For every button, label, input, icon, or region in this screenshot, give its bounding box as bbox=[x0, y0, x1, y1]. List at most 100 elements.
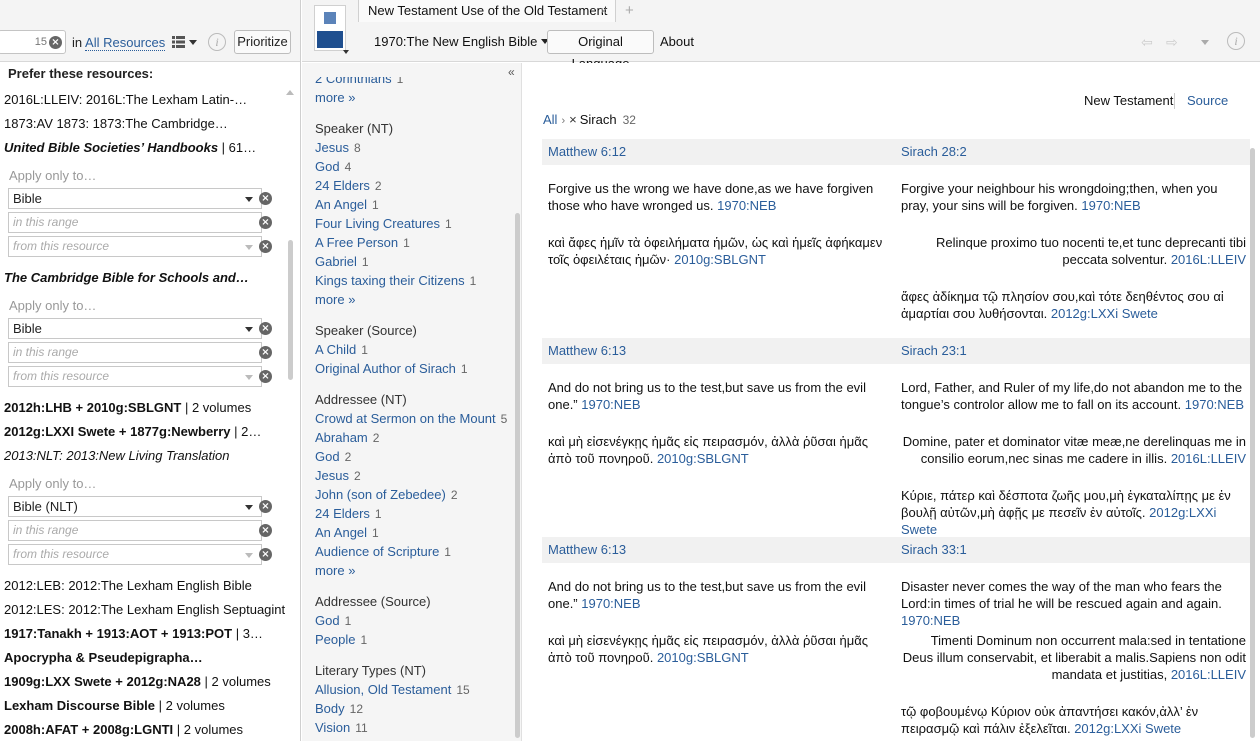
facet-item[interactable]: An Angel 1 bbox=[315, 197, 379, 212]
prioritize-button[interactable]: Prioritize bbox=[234, 30, 291, 54]
more-link[interactable]: more » bbox=[315, 563, 355, 578]
facet-item[interactable]: Crowd at Sermon on the Mount 5 bbox=[315, 411, 507, 426]
from-resource-select[interactable]: from this resource bbox=[8, 236, 262, 257]
clear-icon[interactable]: × bbox=[259, 322, 272, 335]
facet-item[interactable]: Kings taxing their Citizens 1 bbox=[315, 273, 476, 288]
resource-type-select[interactable]: Bible bbox=[8, 318, 262, 339]
view-options-icon[interactable] bbox=[171, 35, 199, 49]
close-icon[interactable]: × bbox=[600, 4, 607, 18]
resource-item[interactable]: United Bible Societies’ Handbooks | 61… bbox=[4, 140, 256, 155]
left-scrollbar[interactable] bbox=[288, 240, 293, 380]
original-language-button[interactable]: Original Language bbox=[547, 30, 654, 71]
nt-reference-link[interactable]: Matthew 6:13 bbox=[548, 542, 626, 557]
about-link[interactable]: About bbox=[660, 34, 694, 49]
resource-type-select[interactable]: Bible (NLT) bbox=[8, 496, 262, 517]
citation-link[interactable]: 2010g:SBLGNT bbox=[674, 252, 766, 267]
nt-reference-link[interactable]: Matthew 6:12 bbox=[548, 144, 626, 159]
facet-item[interactable]: Gabriel 1 bbox=[315, 254, 369, 269]
forward-arrow-icon[interactable]: ⇨ bbox=[1166, 35, 1178, 51]
collapse-icon[interactable]: « bbox=[508, 65, 515, 79]
citation-link[interactable]: 2012g:LXXi Swete bbox=[1074, 721, 1181, 736]
resource-item[interactable]: 2008h:AFAT + 2008g:LGNTI | 2 volumes bbox=[4, 722, 243, 737]
citation-link[interactable]: 2010g:SBLGNT bbox=[657, 451, 749, 466]
citation-link[interactable]: 2016L:LLEIV bbox=[1171, 252, 1246, 267]
resource-type-select[interactable]: Bible bbox=[8, 188, 262, 209]
clear-icon[interactable]: × bbox=[259, 240, 272, 253]
resource-item[interactable]: 2012:LEB: 2012:The Lexham English Bible bbox=[4, 578, 252, 593]
facet-item[interactable]: Jesus 8 bbox=[315, 140, 361, 155]
chevron-down-icon[interactable] bbox=[343, 50, 349, 54]
facet-item[interactable]: Four Living Creatures 1 bbox=[315, 216, 452, 231]
breadcrumb-all[interactable]: All bbox=[543, 112, 557, 127]
back-arrow-icon[interactable]: ⇦ bbox=[1141, 35, 1153, 51]
resource-item[interactable]: 1873:AV 1873: 1873:The Cambridge… bbox=[4, 116, 228, 131]
facet-item[interactable]: Vision 11 bbox=[315, 720, 368, 735]
citation-link[interactable]: 2012g:LXXi Swete bbox=[1051, 306, 1158, 321]
nt-reference-link[interactable]: Matthew 6:13 bbox=[548, 343, 626, 358]
source-reference-link[interactable]: Sirach 28:2 bbox=[901, 144, 967, 159]
new-testament-label[interactable]: New Testament bbox=[1084, 93, 1173, 108]
facet-item[interactable]: 2 Corinthians 1 bbox=[315, 77, 403, 86]
panel-menu-icon[interactable] bbox=[1201, 40, 1209, 45]
citation-link[interactable]: 1970:NEB bbox=[1185, 397, 1244, 412]
facet-item[interactable]: A Free Person 1 bbox=[315, 235, 410, 250]
clear-icon[interactable]: × bbox=[259, 216, 272, 229]
facet-item[interactable]: God 1 bbox=[315, 613, 351, 628]
more-link[interactable]: more » bbox=[315, 90, 355, 105]
resource-item[interactable]: 1909g:LXX Swete + 2012g:NA28 | 2 volumes bbox=[4, 674, 271, 689]
resource-item[interactable]: The Cambridge Bible for Schools and… bbox=[4, 270, 249, 285]
facet-item[interactable]: Allusion, Old Testament 15 bbox=[315, 682, 470, 697]
clear-icon[interactable]: × bbox=[259, 346, 272, 359]
resource-item[interactable]: 2013:NLT: 2013:New Living Translation bbox=[4, 448, 229, 463]
citation-link[interactable]: 2016L:LLEIV bbox=[1171, 451, 1246, 466]
resource-item[interactable]: 2012:LES: 2012:The Lexham English Septua… bbox=[4, 602, 285, 617]
facet-item[interactable]: John (son of Zebedee) 2 bbox=[315, 487, 458, 502]
clear-icon[interactable]: × bbox=[259, 500, 272, 513]
clear-icon[interactable]: × bbox=[259, 548, 272, 561]
remove-filter-icon[interactable]: × bbox=[569, 112, 577, 127]
resource-item[interactable]: 1917:Tanakh + 1913:AOT + 1913:POT | 3… bbox=[4, 626, 263, 641]
clear-icon[interactable]: × bbox=[259, 370, 272, 383]
info-icon[interactable]: i bbox=[1227, 32, 1245, 50]
facet-item[interactable]: Abraham 2 bbox=[315, 430, 379, 445]
book-cover-icon[interactable] bbox=[314, 5, 346, 51]
facet-item[interactable]: 24 Elders 1 bbox=[315, 506, 382, 521]
resource-item[interactable]: 2012h:LHB + 2010g:SBLGNT | 2 volumes bbox=[4, 400, 251, 415]
resource-item[interactable]: Apocrypha & Pseudepigrapha… bbox=[4, 650, 203, 665]
resource-item[interactable]: 2012g:LXXI Swete + 1877g:Newberry | 2… bbox=[4, 424, 261, 439]
more-link[interactable]: more » bbox=[315, 292, 355, 307]
facet-item[interactable]: God 4 bbox=[315, 159, 351, 174]
citation-link[interactable]: 1970:NEB bbox=[717, 198, 776, 213]
results-scrollbar[interactable] bbox=[1250, 148, 1255, 738]
clear-icon[interactable]: × bbox=[49, 36, 62, 49]
facet-item[interactable]: 24 Elders 2 bbox=[315, 178, 382, 193]
count-input[interactable]: 15 × bbox=[0, 30, 66, 54]
facet-item[interactable]: Body 12 bbox=[315, 701, 363, 716]
source-reference-link[interactable]: Sirach 23:1 bbox=[901, 343, 967, 358]
bible-version-select[interactable]: 1970:The New English Bible bbox=[374, 34, 550, 49]
scroll-up-icon[interactable] bbox=[286, 90, 294, 95]
new-tab-button[interactable]: + bbox=[625, 2, 634, 19]
source-link[interactable]: Source bbox=[1187, 93, 1228, 108]
resource-item[interactable]: 2016L:LLEIV: 2016L:The Lexham Latin-… bbox=[4, 92, 247, 107]
facet-item[interactable]: Audience of Scripture 1 bbox=[315, 544, 451, 559]
facet-item[interactable]: A Child 1 bbox=[315, 342, 368, 357]
from-resource-select[interactable]: from this resource bbox=[8, 544, 262, 565]
citation-link[interactable]: 2010g:SBLGNT bbox=[657, 650, 749, 665]
source-reference-link[interactable]: Sirach 33:1 bbox=[901, 542, 967, 557]
citation-link[interactable]: 1970:NEB bbox=[901, 613, 960, 628]
citation-link[interactable]: 1970:NEB bbox=[581, 397, 640, 412]
clear-icon[interactable]: × bbox=[259, 192, 272, 205]
citation-link[interactable]: 2016L:LLEIV bbox=[1171, 667, 1246, 682]
facet-item[interactable]: God 2 bbox=[315, 449, 351, 464]
range-input[interactable]: in this range bbox=[8, 212, 262, 233]
tab-document[interactable]: New Testament Use of the Old Testament × bbox=[358, 0, 616, 22]
info-icon[interactable]: i bbox=[208, 33, 226, 51]
range-input[interactable]: in this range bbox=[8, 342, 262, 363]
scope-link[interactable]: All Resources bbox=[85, 35, 166, 51]
resource-item[interactable]: Lexham Discourse Bible | 2 volumes bbox=[4, 698, 225, 713]
facet-item[interactable]: An Angel 1 bbox=[315, 525, 379, 540]
citation-link[interactable]: 1970:NEB bbox=[1081, 198, 1140, 213]
range-input[interactable]: in this range bbox=[8, 520, 262, 541]
facet-item[interactable]: Original Author of Sirach 1 bbox=[315, 361, 468, 376]
